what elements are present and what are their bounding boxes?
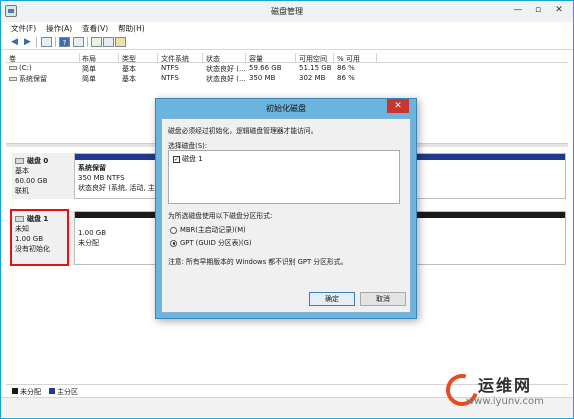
legend-swatch-unallocated	[12, 388, 18, 394]
refresh-icon[interactable]	[103, 37, 114, 47]
partition-size: 350 MB NTFS	[78, 174, 125, 182]
ok-button[interactable]: 确定	[309, 292, 355, 306]
menu-help[interactable]: 帮助(H)	[118, 23, 145, 34]
back-arrow-icon[interactable]: ◀	[9, 37, 20, 47]
partition-status: 状态良好 (系统, 活动, 主分	[78, 184, 162, 192]
toolbar-separator	[87, 37, 88, 47]
volume-capacity: 350 MB	[249, 74, 276, 82]
volume-filesystem: NTFS	[161, 74, 179, 82]
partition-system-reserved[interactable]: 系统保留 350 MB NTFS 状态良好 (系统, 活动, 主分	[74, 153, 166, 199]
title-bar: 磁盘管理 — ▫ ✕	[1, 1, 573, 22]
volume-name: 系统保留	[19, 75, 47, 83]
list-item[interactable]: ✓ 磁盘 1	[173, 154, 203, 164]
close-button[interactable]: ✕	[548, 3, 570, 18]
table-row[interactable]: 系统保留 简单 基本 NTFS 状态良好 (... 350 MB 302 MB …	[6, 73, 568, 83]
table-row[interactable]: (C:) 简单 基本 NTFS 状态良好 (... 59.66 GB 51.15…	[6, 63, 568, 73]
forward-arrow-icon[interactable]: ▶	[22, 37, 33, 47]
dialog-close-button[interactable]: ✕	[387, 99, 409, 113]
gpt-option-label: GPT (GUID 分区表)(G)	[180, 239, 252, 247]
disk-type: 基本	[15, 167, 29, 175]
maximize-button[interactable]: ▫	[527, 3, 549, 18]
legend-label-unallocated: 未分配	[20, 388, 41, 396]
disk-status: 联机	[15, 187, 29, 195]
gpt-compatibility-note: 注意: 所有早期版本的 Windows 都不识别 GPT 分区形式。	[168, 258, 348, 266]
disk-name: 磁盘 0	[27, 157, 49, 165]
window-title: 磁盘管理	[271, 7, 303, 16]
legend-label-primary: 主分区	[57, 388, 78, 396]
console-tree-icon[interactable]	[41, 37, 52, 47]
toolbar-separator	[55, 37, 56, 47]
gpt-radio[interactable]	[170, 239, 177, 247]
rescan-icon[interactable]	[91, 37, 102, 47]
menu-file[interactable]: 文件(F)	[11, 23, 36, 34]
volume-type: 基本	[122, 75, 136, 83]
volume-percent-free: 86 %	[337, 74, 355, 82]
settings-icon[interactable]	[115, 37, 126, 47]
mbr-option-label: MBR(主启动记录)(M)	[180, 226, 246, 234]
toolbar: ◀ ▶ ?	[1, 35, 573, 50]
watermark-title: 运维网	[478, 376, 533, 395]
gpt-option[interactable]: GPT (GUID 分区表)(G)	[170, 237, 252, 247]
volume-free-space: 51.15 GB	[299, 64, 332, 72]
disk-checkbox[interactable]: ✓	[173, 155, 180, 163]
menu-action[interactable]: 操作(A)	[46, 23, 72, 34]
site-watermark: 运维网 www.iyunv.com	[440, 368, 570, 414]
partition-style-label: 为所选磁盘使用以下磁盘分区形式:	[168, 212, 273, 220]
watermark-url: www.iyunv.com	[466, 396, 544, 407]
legend-swatch-primary	[49, 388, 55, 394]
disk-icon	[15, 158, 24, 164]
toolbar-separator	[36, 37, 37, 47]
dialog-message: 磁盘必须经过初始化，逻辑磁盘管理器才能访问。	[168, 127, 318, 135]
menu-view[interactable]: 查看(V)	[82, 23, 108, 34]
dialog-body: 磁盘必须经过初始化，逻辑磁盘管理器才能访问。 选择磁盘(S): ✓ 磁盘 1 为所…	[161, 118, 411, 313]
volume-capacity: 59.66 GB	[249, 64, 282, 72]
volume-status: 状态良好 (...	[206, 75, 246, 83]
cancel-button[interactable]: 取消	[360, 292, 406, 306]
volume-percent-free: 86 %	[337, 64, 355, 72]
select-disk-label: 选择磁盘(S):	[168, 142, 208, 150]
disk-0-label[interactable]: 磁盘 0 基本 60.00 GB 联机	[12, 153, 76, 199]
mbr-radio[interactable]	[170, 226, 177, 234]
disk-1-highlight-box	[10, 209, 69, 266]
drive-icon	[9, 66, 17, 70]
volume-layout: 简单	[82, 75, 96, 83]
drive-icon	[9, 77, 17, 81]
volume-free-space: 302 MB	[299, 74, 326, 82]
disk-item-label: 磁盘 1	[182, 155, 203, 163]
partition-title: 系统保留	[78, 164, 106, 172]
dialog-title: 初始化磁盘	[266, 104, 306, 113]
volume-list: 卷 布局 类型 文件系统 状态 容量 可用空间 % 可用 (C:) 简单 基本 …	[6, 53, 568, 83]
mbr-option[interactable]: MBR(主启动记录)(M)	[170, 224, 246, 234]
properties-icon[interactable]	[73, 37, 84, 47]
disk-size: 60.00 GB	[15, 177, 48, 185]
disk-listbox[interactable]: ✓ 磁盘 1	[168, 150, 400, 204]
primary-partition-bar	[75, 154, 165, 160]
help-icon[interactable]: ?	[59, 37, 70, 47]
volume-list-header: 卷 布局 类型 文件系统 状态 容量 可用空间 % 可用	[6, 53, 568, 63]
menu-bar: 文件(F) 操作(A) 查看(V) 帮助(H)	[1, 22, 573, 35]
minimize-button[interactable]: —	[507, 3, 529, 18]
volume-name: (C:)	[19, 64, 32, 72]
volume-filesystem: NTFS	[161, 64, 179, 72]
initialize-disk-dialog: 初始化磁盘 ✕ 磁盘必须经过初始化，逻辑磁盘管理器才能访问。 选择磁盘(S): …	[155, 98, 417, 319]
